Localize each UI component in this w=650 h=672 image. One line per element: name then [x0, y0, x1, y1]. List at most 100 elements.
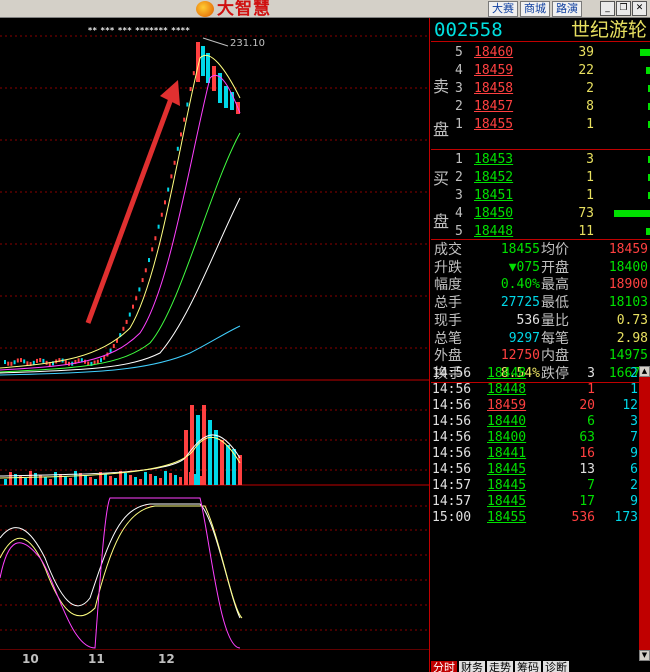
chart-annotation: ** *** *** ******* **** — [88, 26, 191, 35]
tick-time: 14:56 — [432, 398, 472, 413]
kline-chart[interactable] — [0, 18, 430, 650]
restore-icon[interactable]: ❐ — [616, 1, 631, 16]
tick-row[interactable]: 14:56 18400 63 7 — [431, 430, 639, 446]
candle — [128, 312, 131, 317]
scroll-down-icon[interactable]: ▼ — [639, 650, 650, 661]
close-icon[interactable]: ✕ — [632, 1, 647, 16]
sell-order-book: 卖盘 5 18460 39 4 18459 22 3 18458 2 2 18457 8 1 18455 1 — [431, 43, 650, 150]
order-level: 5 — [455, 224, 463, 239]
tick-row[interactable]: 14:56 18448 1 1 — [431, 382, 639, 398]
candle — [138, 287, 141, 292]
order-level: 3 — [455, 81, 463, 96]
tick-price: 18459 — [487, 398, 527, 413]
volume-bar — [202, 405, 206, 485]
tab-4[interactable]: 诊断 — [543, 661, 569, 672]
tab-0[interactable]: 分时 — [431, 661, 457, 672]
mall-button[interactable]: 商城 — [520, 1, 550, 17]
tick-row[interactable]: 14:57 18445 17 9 — [431, 494, 639, 510]
candle — [112, 344, 115, 349]
order-volume: 8 — [586, 99, 594, 114]
volume-bar — [208, 420, 212, 485]
candle — [36, 358, 38, 363]
tick-row[interactable]: 14:56 18448 3 2 — [431, 366, 639, 382]
stat-value: 18103 — [608, 295, 648, 311]
tick-row[interactable]: 14:57 18445 7 2 — [431, 478, 639, 494]
tick-row[interactable]: 14:56 18440 6 3 — [431, 414, 639, 430]
order-price: 18458 — [474, 81, 514, 96]
order-volume: 39 — [578, 45, 594, 60]
candle — [176, 146, 179, 151]
contest-button[interactable]: 大赛 — [488, 1, 518, 17]
stat-row: 总手 27725 最低 18103 — [431, 294, 650, 312]
buy-order-row[interactable]: 5 18448 11 — [431, 223, 650, 241]
order-volume: 22 — [578, 63, 594, 78]
volume-bar — [134, 477, 137, 485]
buy-order-row[interactable]: 4 18450 73 — [431, 205, 650, 223]
candle — [26, 361, 29, 366]
volume-bar — [149, 474, 152, 485]
volume-bar — [109, 476, 112, 485]
tab-3[interactable]: 筹码 — [515, 661, 541, 672]
tick-row[interactable]: 14:56 18445 13 6 — [431, 462, 639, 478]
stat-value: 2.98 — [616, 330, 648, 346]
tick-volume: 536 — [571, 510, 595, 525]
order-volume: 3 — [586, 152, 594, 167]
stat-label: 现手 — [434, 312, 462, 329]
order-volume: 1 — [586, 170, 594, 185]
ma-line — [0, 197, 241, 374]
buy-order-row[interactable]: 1 18453 3 — [431, 151, 650, 169]
tick-row[interactable]: 14:56 18459 20 12 — [431, 398, 639, 414]
stock-code: 002558 — [434, 19, 503, 41]
scroll-up-icon[interactable]: ▲ — [639, 366, 650, 377]
sell-order-row[interactable]: 4 18459 22 — [431, 62, 650, 80]
sell-order-row[interactable]: 5 18460 39 — [431, 44, 650, 62]
order-volume: 1 — [586, 188, 594, 203]
stat-label: 量比 — [541, 312, 569, 329]
tick-price: 18440 — [487, 414, 527, 429]
roadshow-button[interactable]: 路演 — [552, 1, 582, 17]
order-volume: 73 — [578, 206, 594, 221]
tick-time: 14:56 — [432, 446, 472, 461]
tick-time: 14:56 — [432, 414, 472, 429]
candle — [148, 258, 150, 263]
order-level: 2 — [455, 99, 463, 114]
tick-price: 18448 — [487, 382, 527, 397]
tick-count: 1 — [630, 382, 638, 397]
candle — [122, 326, 125, 331]
tick-scrollbar[interactable]: ▲ ▼ — [639, 366, 650, 661]
tab-2[interactable]: 走势 — [487, 661, 513, 672]
high-leader-line — [202, 37, 229, 47]
stat-value: 9297 — [508, 330, 540, 346]
stat-value: 0.73 — [616, 312, 648, 328]
sell-order-row[interactable]: 2 18457 8 — [431, 98, 650, 116]
order-level: 5 — [455, 45, 463, 60]
candle — [224, 86, 228, 108]
tick-price: 18400 — [487, 430, 527, 445]
volume-bar — [220, 440, 224, 485]
tick-volume: 1 — [587, 382, 595, 397]
sell-order-row[interactable]: 1 18455 1 — [431, 116, 650, 134]
window-controls: _ ❐ ✕ — [600, 1, 647, 16]
stat-row: 成交 18455 均价 18459 — [431, 241, 650, 259]
stat-value: 18455 — [500, 242, 540, 257]
buy-order-row[interactable]: 2 18452 1 — [431, 169, 650, 187]
stat-value: 14975 — [608, 348, 648, 364]
tab-1[interactable]: 财务 — [459, 661, 485, 672]
minimize-icon[interactable]: _ — [600, 1, 615, 16]
buy-order-row[interactable]: 3 18451 1 — [431, 187, 650, 205]
kline-chart-area[interactable]: ** *** *** ******* **** 231.10 10 11 12 — [0, 18, 430, 672]
order-level: 2 — [455, 170, 463, 185]
high-price-label: 231.10 — [230, 38, 265, 49]
stat-value: 0.40% — [500, 277, 540, 293]
tick-volume: 7 — [587, 478, 595, 493]
order-price: 18459 — [474, 63, 514, 78]
order-level: 1 — [455, 117, 463, 132]
tick-row[interactable]: 14:56 18441 16 9 — [431, 446, 639, 462]
brand: 大智慧 — [196, 0, 271, 18]
stat-row: 幅度 0.40% 最高 18900 — [431, 276, 650, 294]
tick-row[interactable]: 15:00 18455 536 173 — [431, 510, 639, 526]
sell-order-row[interactable]: 3 18458 2 — [431, 80, 650, 98]
candle — [20, 358, 22, 363]
tick-price: 18445 — [487, 478, 527, 493]
tick-list[interactable]: 14:56 18448 3 2 14:56 18448 1 1 14:56 18459 20 12 14… — [431, 366, 639, 661]
